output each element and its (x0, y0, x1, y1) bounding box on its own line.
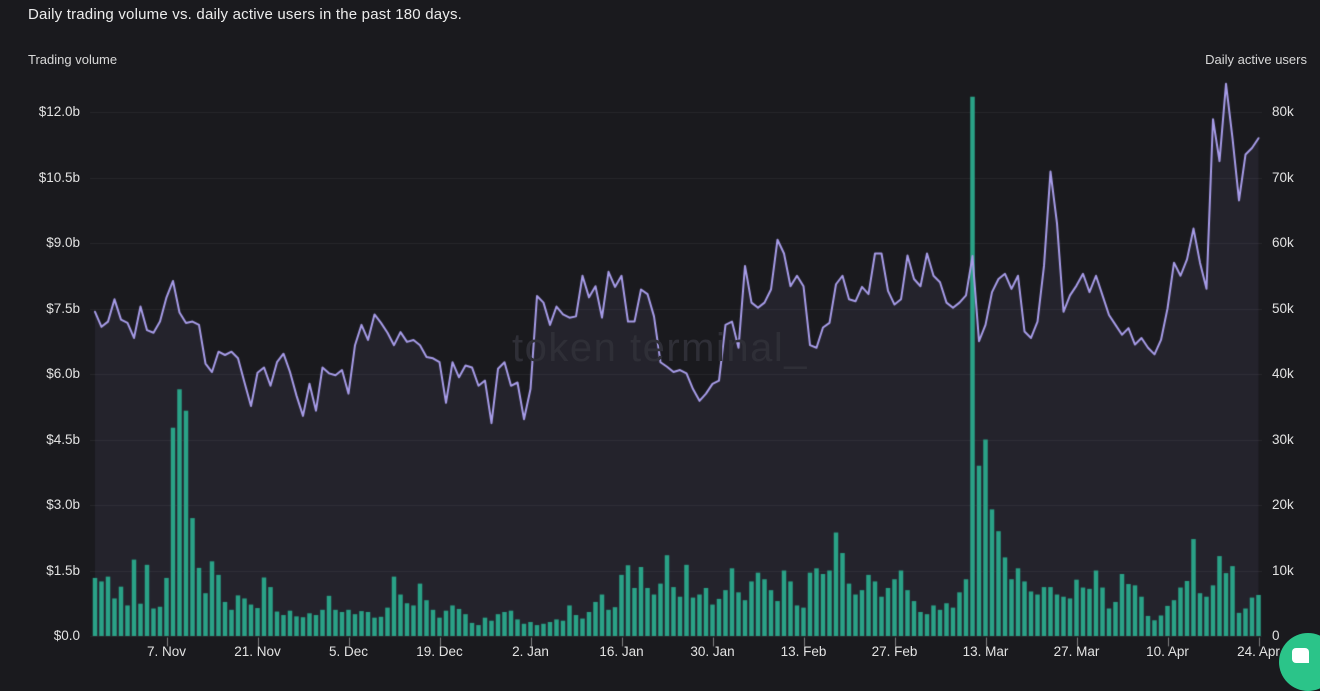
x-axis-tick-label: 27. Mar (1054, 644, 1100, 660)
left-axis-tick-label: $7.5b (10, 301, 80, 317)
right-axis-tick-label: 40k (1272, 366, 1294, 382)
right-axis-tick-label: 80k (1272, 104, 1294, 120)
left-axis-tick-label: $0.0 (10, 628, 80, 644)
left-axis-tick-label: $3.0b (10, 497, 80, 513)
right-axis-tick-label: 70k (1272, 170, 1294, 186)
left-axis-tick-label: $10.5b (10, 170, 80, 186)
chart-title: Daily trading volume vs. daily active us… (28, 5, 462, 25)
right-axis-tick-label: 30k (1272, 432, 1294, 448)
x-axis-tick-label: 24. Apr (1237, 644, 1280, 660)
left-axis-tick-label: $1.5b (10, 563, 80, 579)
x-axis-tick-label: 19. Dec (416, 644, 463, 660)
chat-icon (1292, 648, 1309, 663)
token-terminal-watermark: token terminal_ (512, 326, 808, 371)
left-axis-tick-label: $6.0b (10, 366, 80, 382)
x-axis-tick-label: 21. Nov (234, 644, 281, 660)
left-axis-title: Trading volume (28, 52, 117, 67)
x-axis-tick-label: 16. Jan (599, 644, 643, 660)
right-axis-tick-label: 0 (1272, 628, 1280, 644)
x-axis-tick-label: 5. Dec (329, 644, 368, 660)
right-axis-tick-label: 50k (1272, 301, 1294, 317)
left-axis-tick-label: $12.0b (10, 104, 80, 120)
x-axis-tick-label: 2. Jan (512, 644, 549, 660)
right-axis-tick-label: 20k (1272, 497, 1294, 513)
right-axis-tick-label: 60k (1272, 235, 1294, 251)
x-axis-tick-label: 13. Mar (963, 644, 1009, 660)
x-axis-tick-label: 13. Feb (781, 644, 827, 660)
right-axis-tick-label: 10k (1272, 563, 1294, 579)
right-axis-title: Daily active users (1205, 52, 1307, 67)
left-axis-tick-label: $9.0b (10, 235, 80, 251)
x-axis-tick-label: 7. Nov (147, 644, 186, 660)
x-axis-tick-label: 30. Jan (690, 644, 734, 660)
left-axis-tick-label: $4.5b (10, 432, 80, 448)
x-axis-tick-label: 27. Feb (872, 644, 918, 660)
x-axis-tick-label: 10. Apr (1146, 644, 1189, 660)
